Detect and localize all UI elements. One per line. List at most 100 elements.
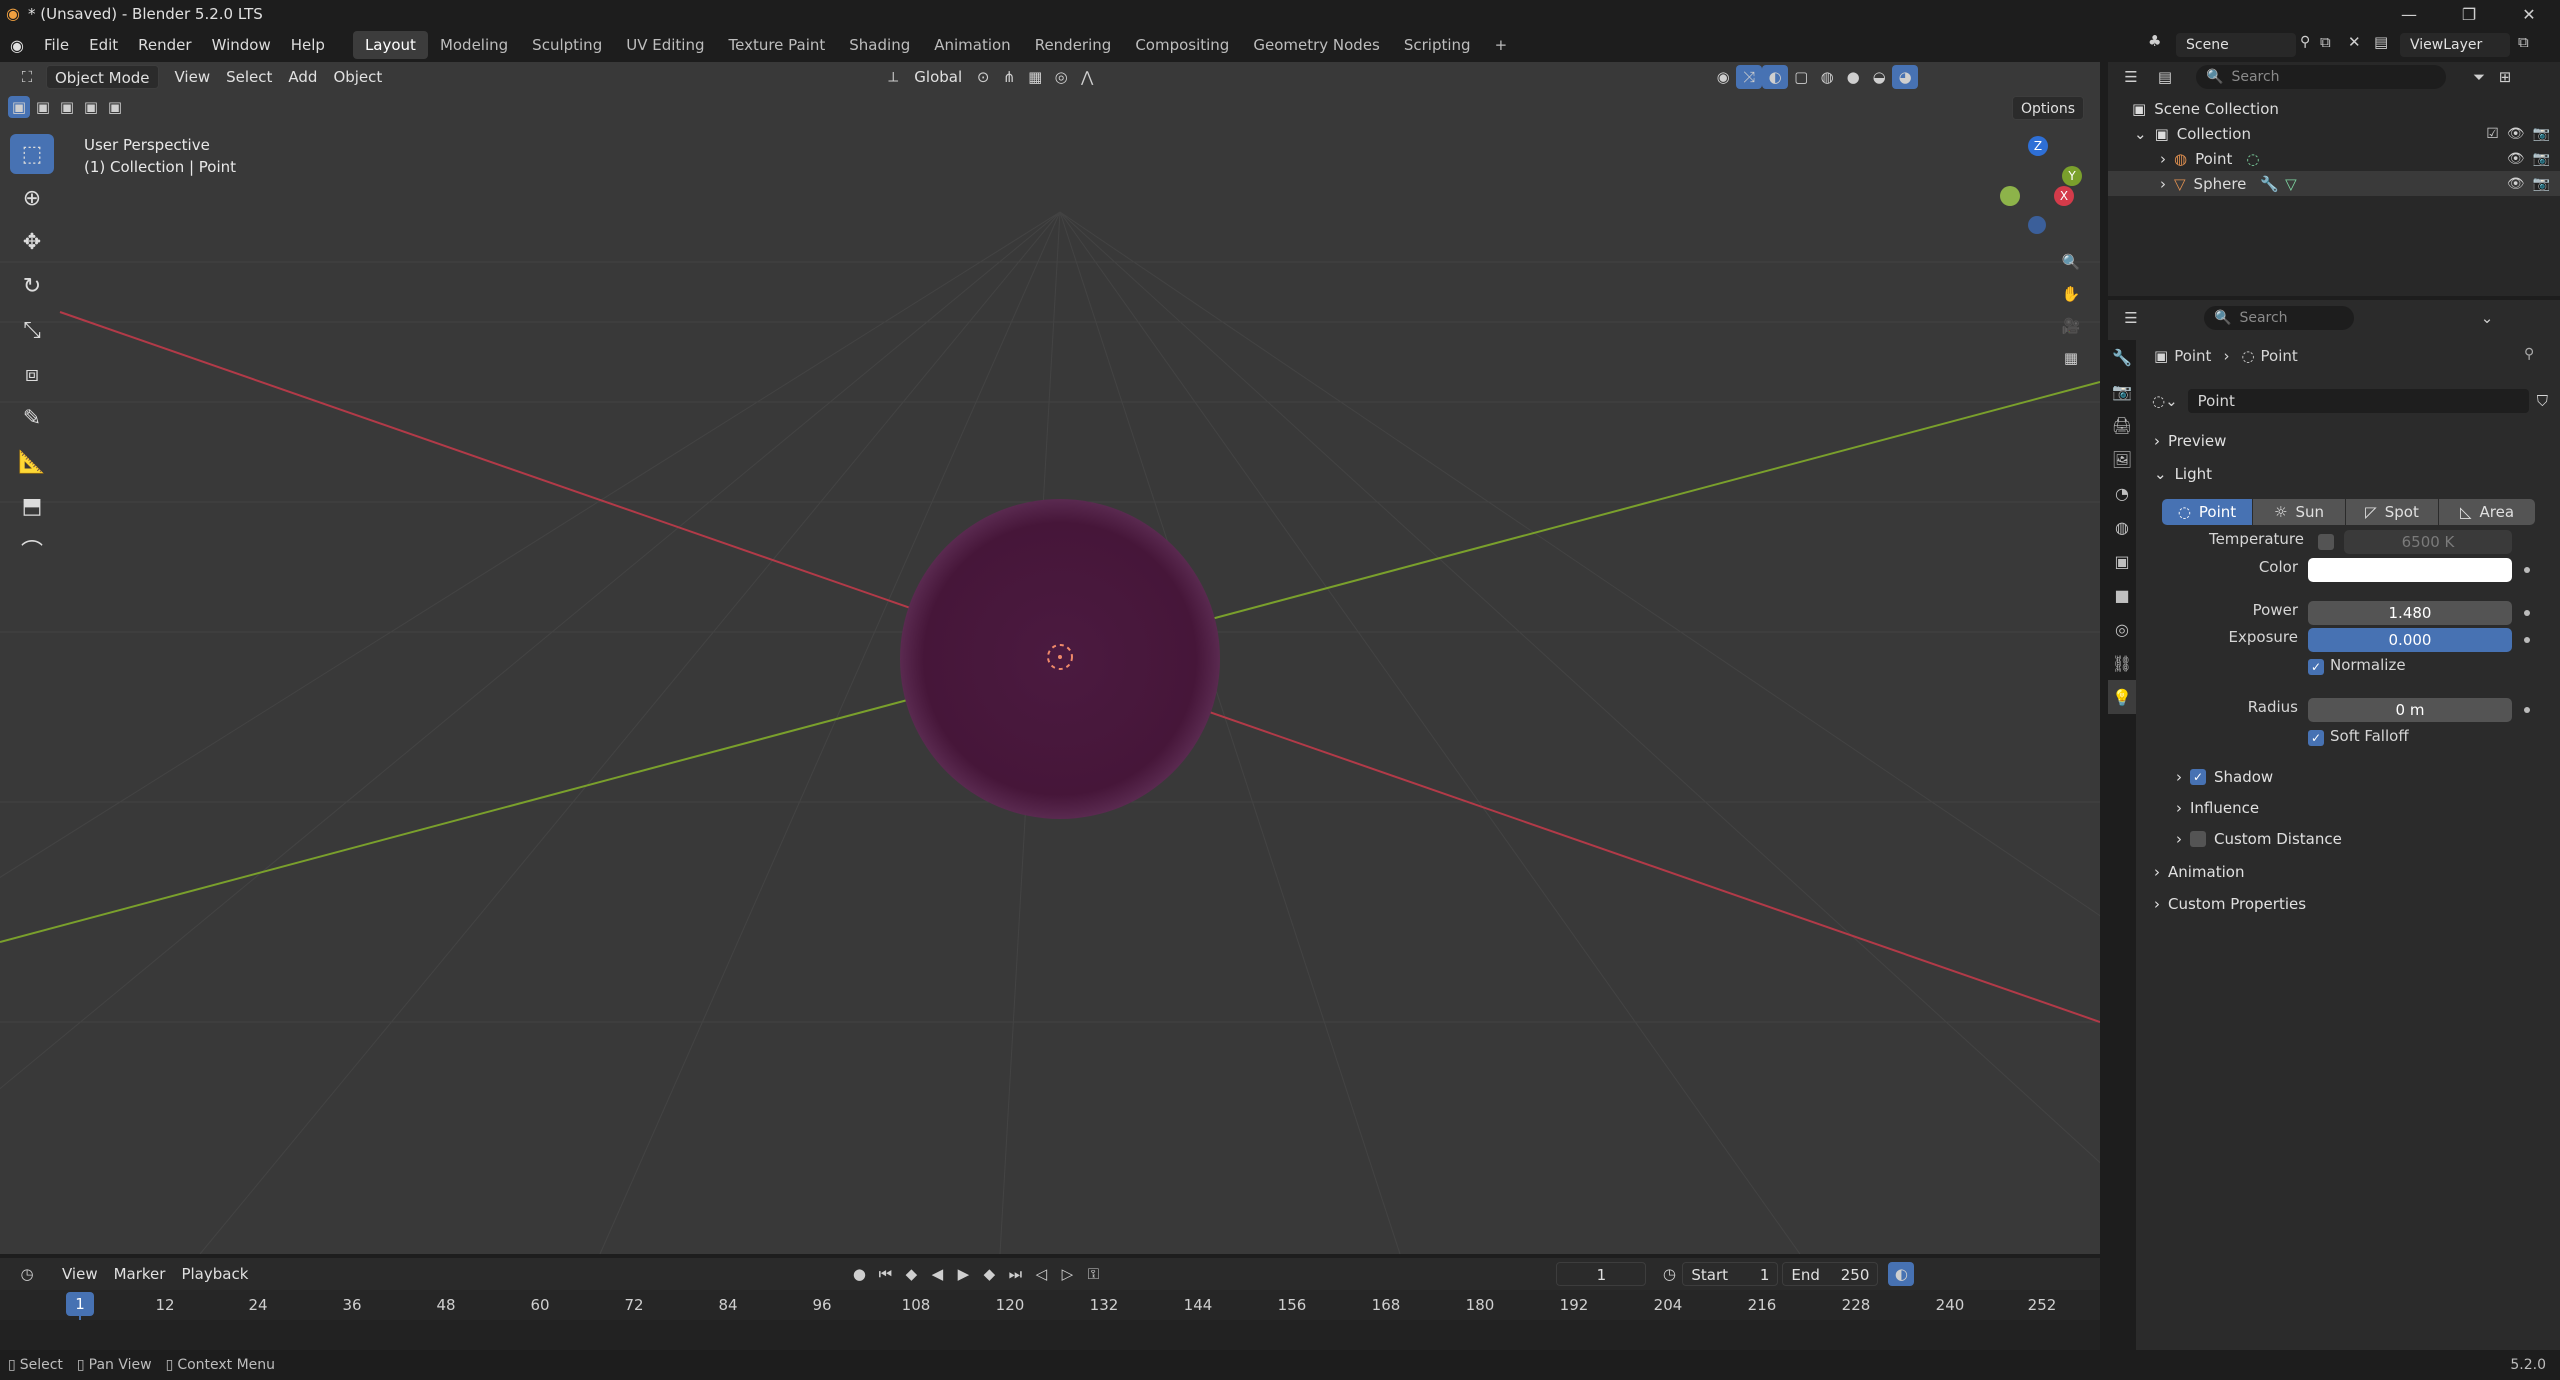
exposure-keyframe-dot[interactable] (2524, 637, 2530, 643)
outliner-editor-icon[interactable]: ☰ (2118, 65, 2144, 89)
power-keyframe-dot[interactable] (2524, 610, 2530, 616)
mesh-data-icon[interactable]: ▽ (2285, 175, 2297, 193)
rendered-shading-icon[interactable]: ◕ (1892, 65, 1919, 89)
new-collection-icon[interactable]: ⊞ (2492, 65, 2518, 89)
menu-edit[interactable]: Edit (79, 28, 128, 62)
curve-tool-icon[interactable]: ⌒ (10, 530, 54, 570)
shadow-checkbox[interactable]: ✓ (2190, 769, 2206, 785)
workspace-tab-layout[interactable]: Layout (352, 31, 428, 59)
pivot-point-icon[interactable]: ⊙ (970, 65, 996, 89)
render-camera-icon[interactable]: 📷 (2533, 176, 2550, 192)
radius-field[interactable]: 0 m (2308, 698, 2512, 722)
temperature-checkbox[interactable] (2318, 534, 2334, 550)
menu-render[interactable]: Render (128, 28, 201, 62)
properties-editor-icon[interactable]: ☰ (2118, 306, 2144, 330)
falloff-icon[interactable]: ⋀ (1074, 65, 1100, 89)
workspace-tab-shading[interactable]: Shading (837, 31, 922, 59)
close-button[interactable]: ✕ (2500, 0, 2558, 28)
scene-selector[interactable]: Scene (2176, 33, 2296, 57)
timeline-menu-view[interactable]: View (54, 1262, 106, 1286)
power-field[interactable]: 1.480 (2308, 601, 2512, 625)
snap-target-icon[interactable]: ▦ (1022, 65, 1048, 89)
keying-set-icon[interactable]: ⚿ (1080, 1262, 1106, 1286)
visibility-icon[interactable]: ◉ (1710, 65, 1736, 89)
panel-light[interactable]: ⌄ Light (2154, 459, 2550, 489)
world-tab-icon[interactable]: ◍ (2108, 510, 2136, 544)
perspective-toggle-icon[interactable]: ▦ (2058, 346, 2084, 370)
next-marker-icon[interactable]: ▷ (1054, 1262, 1080, 1286)
scene-tab-icon[interactable]: ◔ (2108, 476, 2136, 510)
color-keyframe-dot[interactable] (2524, 567, 2530, 573)
workspace-tab-scripting[interactable]: Scripting (1392, 31, 1483, 59)
new-view-layer-icon[interactable]: ⧉ (2518, 33, 2529, 51)
light-type-area-button[interactable]: ◺ Area (2439, 499, 2535, 525)
overlay-toggle-icon[interactable]: ◐ (1762, 65, 1789, 89)
neg-z-axis-handle[interactable] (2028, 216, 2046, 234)
annotate-tool-icon[interactable]: ✎ (10, 398, 54, 438)
pan-hand-icon[interactable]: ✋ (2058, 282, 2084, 306)
workspace-tab-uv-editing[interactable]: UV Editing (614, 31, 716, 59)
add-cube-tool-icon[interactable]: ⬒ (10, 486, 54, 526)
output-tab-icon[interactable]: 🖨 (2108, 408, 2136, 442)
light-type-sun-button[interactable]: ☼ Sun (2253, 499, 2345, 525)
collection-tab-icon[interactable]: ▣ (2108, 544, 2136, 578)
x-axis-handle[interactable]: X (2054, 186, 2074, 206)
select-intersect-icon[interactable]: ▣ (104, 96, 126, 118)
viewport-menu-view[interactable]: View (167, 65, 219, 89)
prev-marker-icon[interactable]: ◁ (1028, 1262, 1054, 1286)
select-box-tool-icon[interactable]: ⬚ (10, 134, 54, 174)
wireframe-shading-icon[interactable]: ◍ (1814, 65, 1840, 89)
workspace-tab-animation[interactable]: Animation (922, 31, 1022, 59)
select-extend-icon[interactable]: ▣ (32, 96, 54, 118)
outliner-collection-row[interactable]: ⌄ ▣ Collection ☑ 👁 📷 (2108, 121, 2560, 146)
options-dropdown[interactable]: Options (2012, 96, 2085, 120)
timeline-editor-icon[interactable]: ◷ (14, 1262, 40, 1286)
transform-tool-icon[interactable]: ⧈ (10, 354, 54, 394)
workspace-tab-modeling[interactable]: Modeling (428, 31, 520, 59)
select-subtract-icon[interactable]: ▣ (56, 96, 78, 118)
measure-tool-icon[interactable]: 📐 (10, 442, 54, 482)
proportional-edit-icon[interactable]: ◎ (1048, 65, 1074, 89)
zoom-icon[interactable]: 🔍 (2058, 250, 2084, 274)
color-swatch[interactable] (2308, 558, 2512, 582)
prev-keyframe-icon[interactable]: ◆ (898, 1262, 924, 1286)
new-scene-icon[interactable]: ⧉ (2320, 33, 2331, 51)
blender-menu-icon[interactable]: ◉ (0, 36, 34, 55)
eye-icon[interactable]: 👁 (2507, 151, 2525, 167)
workspace-tab-compositing[interactable]: Compositing (1123, 31, 1241, 59)
eye-icon[interactable]: 👁 (2507, 126, 2525, 142)
outliner-item-point[interactable]: › ◍ Point ◌ 👁 📷 (2108, 146, 2560, 171)
timeline-menu-marker[interactable]: Marker (106, 1262, 174, 1286)
panel-animation[interactable]: › Animation (2154, 857, 2550, 887)
end-frame-field[interactable]: End 250 (1782, 1262, 1879, 1286)
timeline-track-area[interactable] (0, 1320, 2100, 1350)
viewport-menu-object[interactable]: Object (325, 65, 390, 89)
current-frame-field[interactable]: 1 (1556, 1262, 1647, 1286)
exclude-checkbox[interactable]: ☑ (2486, 126, 2499, 142)
preview-range-icon[interactable]: ◷ (1656, 1262, 1682, 1286)
next-keyframe-icon[interactable]: ◆ (976, 1262, 1002, 1286)
pin-icon[interactable]: ⚲ (2300, 34, 2310, 50)
exposure-field[interactable]: 0.000 (2308, 628, 2512, 652)
menu-window[interactable]: Window (202, 28, 281, 62)
workspace-tab-geometry-nodes[interactable]: Geometry Nodes (1241, 31, 1392, 59)
normalize-checkbox[interactable]: ✓ (2308, 659, 2324, 675)
workspace-tab-rendering[interactable]: Rendering (1023, 31, 1124, 59)
timeline-overlay-icon[interactable]: ◐ (1888, 1262, 1915, 1286)
modifier-icon[interactable]: 🔧 (2260, 175, 2279, 193)
collapse-arrow-icon[interactable]: ⌄ (2134, 125, 2147, 143)
select-new-icon[interactable]: ▣ (8, 96, 30, 118)
eye-icon[interactable]: 👁 (2507, 176, 2525, 192)
panel-custom-distance[interactable]: › Custom Distance (2176, 824, 2546, 854)
start-frame-field[interactable]: Start 1 (1682, 1262, 1779, 1286)
timeline-menu-playback[interactable]: Playback (173, 1262, 256, 1286)
light-type-spot-button[interactable]: ◸ Spot (2346, 499, 2438, 525)
cursor-tool-icon[interactable]: ⊕ (10, 178, 54, 218)
workspace-tab-texture-paint[interactable]: Texture Paint (716, 31, 837, 59)
neg-y-axis-handle[interactable] (2000, 186, 2020, 206)
material-shading-icon[interactable]: ◒ (1866, 65, 1892, 89)
menu-help[interactable]: Help (281, 28, 335, 62)
menu-file[interactable]: File (34, 28, 79, 62)
custom-distance-checkbox[interactable] (2190, 831, 2206, 847)
radius-keyframe-dot[interactable] (2524, 707, 2530, 713)
